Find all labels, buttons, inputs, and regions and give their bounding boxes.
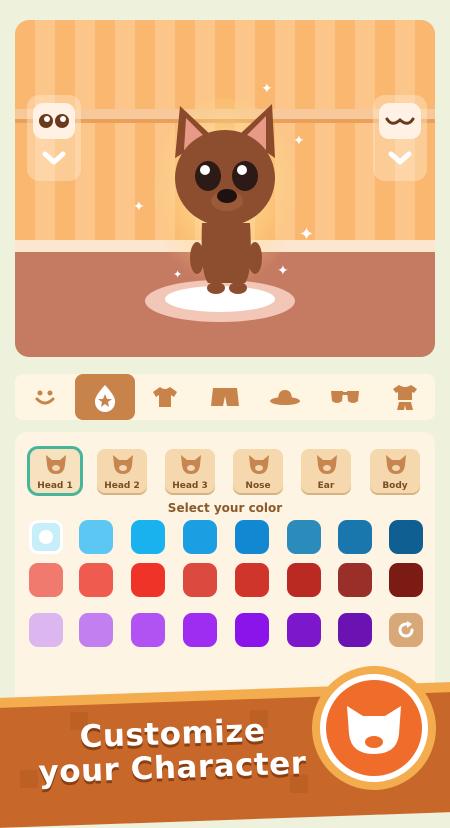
reset-color-button[interactable] <box>389 613 423 647</box>
part-button-nose[interactable]: Nose <box>233 449 283 493</box>
part-button-body[interactable]: Body <box>370 449 420 493</box>
color-swatch[interactable] <box>338 613 372 647</box>
color-swatch[interactable] <box>338 563 372 597</box>
dog-part-icon <box>181 455 201 474</box>
tab-color[interactable] <box>75 374 135 420</box>
color-swatch[interactable] <box>389 563 423 597</box>
color-swatch[interactable] <box>79 520 113 554</box>
sunglasses-icon <box>331 391 359 403</box>
color-swatch[interactable] <box>29 613 63 647</box>
chevron-down-icon <box>388 151 412 165</box>
tab-hats[interactable] <box>255 374 315 420</box>
app-logo-badge <box>312 666 436 790</box>
dog-head-logo-icon <box>347 706 401 754</box>
tab-bottoms[interactable] <box>195 374 255 420</box>
color-section-title: Select your color <box>167 501 283 515</box>
color-swatch[interactable] <box>79 563 113 597</box>
color-swatch[interactable] <box>287 613 321 647</box>
part-label: Nose <box>245 481 271 491</box>
tab-glasses[interactable] <box>315 374 375 420</box>
sparkle-icon: ✦ <box>293 133 305 149</box>
color-swatch[interactable] <box>183 563 217 597</box>
part-label: Body <box>382 481 408 491</box>
tab-outfits[interactable] <box>375 374 435 420</box>
color-swatch[interactable] <box>29 520 63 554</box>
dog-part-icon <box>46 455 66 474</box>
sparkle-icon: ✦ <box>261 81 273 97</box>
color-swatch[interactable] <box>79 613 113 647</box>
eyes-preset-button[interactable] <box>27 95 81 181</box>
category-tab-bar <box>15 374 435 420</box>
tshirt-icon <box>153 387 177 407</box>
dog-part-icon <box>317 455 337 474</box>
sparkle-icon: ✦ <box>173 268 183 281</box>
part-button-ear[interactable]: Ear <box>301 449 351 493</box>
mustache-mouth-icon <box>379 103 421 139</box>
part-label: Head 3 <box>172 481 208 491</box>
color-swatch[interactable] <box>389 520 423 554</box>
sparkle-icon: ✦ <box>133 199 145 215</box>
color-swatch[interactable] <box>235 563 269 597</box>
color-swatch[interactable] <box>287 520 321 554</box>
dog-part-icon <box>386 455 406 474</box>
color-swatch[interactable] <box>235 520 269 554</box>
selected-indicator <box>39 530 53 544</box>
part-label: Head 1 <box>37 481 73 491</box>
part-label: Ear <box>317 481 335 491</box>
smile-face-icon <box>35 390 55 405</box>
tab-face[interactable] <box>15 374 75 420</box>
color-swatch[interactable] <box>287 563 321 597</box>
tab-tops[interactable] <box>135 374 195 420</box>
outfit-icon <box>393 385 417 410</box>
mouth-preset-button[interactable] <box>373 95 427 181</box>
color-swatch[interactable] <box>131 613 165 647</box>
color-swatch[interactable] <box>131 520 165 554</box>
shorts-icon <box>211 388 239 406</box>
eyes-icon <box>33 103 75 139</box>
water-drop-icon <box>94 385 116 412</box>
part-label: Head 2 <box>104 481 140 491</box>
dog-part-icon <box>249 455 269 474</box>
color-swatch[interactable] <box>183 613 217 647</box>
dog-part-icon <box>113 455 133 474</box>
part-button-head-2[interactable]: Head 2 <box>97 449 147 493</box>
color-swatch[interactable] <box>338 520 372 554</box>
chevron-down-icon <box>42 151 66 165</box>
refresh-icon <box>398 621 414 638</box>
sparkle-icon: ✦ <box>277 263 289 279</box>
color-swatch[interactable] <box>29 563 63 597</box>
hat-icon <box>270 390 300 405</box>
color-swatch[interactable] <box>183 520 217 554</box>
color-swatch[interactable] <box>131 563 165 597</box>
sparkle-icon: ✦ <box>299 224 315 245</box>
part-button-head-1[interactable]: Head 1 <box>27 446 83 496</box>
color-swatch[interactable] <box>235 613 269 647</box>
part-button-head-3[interactable]: Head 3 <box>165 449 215 493</box>
character-preview-scene: ✦ ✦ ✦ ✦ ✦ ✦ <box>15 20 435 357</box>
